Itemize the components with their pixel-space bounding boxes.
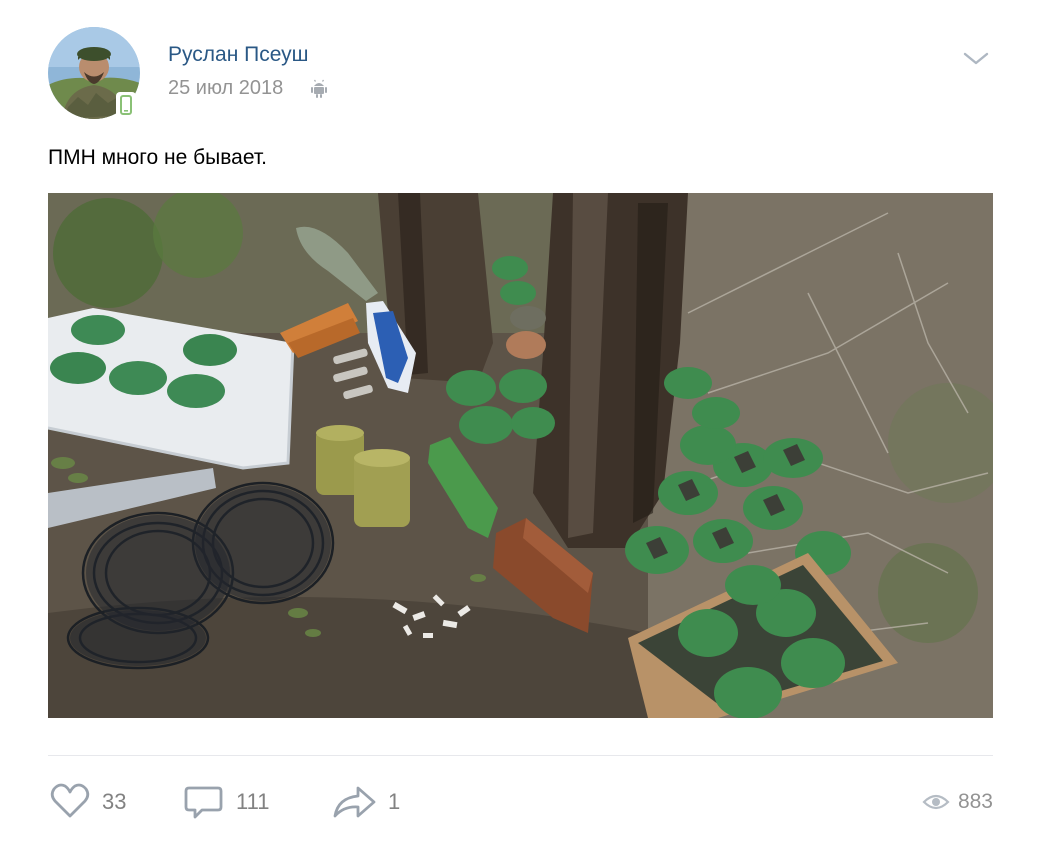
author-name[interactable]: Руслан Псеуш	[168, 43, 309, 67]
mobile-phone-icon	[120, 95, 132, 115]
comment-count: 111	[236, 789, 270, 814]
like-count: 33	[102, 789, 127, 814]
mobile-badge	[116, 92, 136, 118]
android-icon	[311, 79, 327, 98]
share-button[interactable]: 1	[330, 780, 400, 824]
heart-icon	[50, 783, 90, 818]
comment-button[interactable]: 111	[182, 780, 269, 824]
eye-icon	[922, 794, 950, 810]
like-button[interactable]: 33	[48, 780, 126, 824]
views-count: 883	[957, 790, 993, 813]
actions-divider	[48, 755, 993, 756]
post-text: ПМН много не бывает.	[48, 146, 267, 169]
views-counter: 883	[922, 780, 993, 824]
share-count: 1	[388, 789, 401, 814]
post-photo[interactable]	[48, 193, 993, 718]
post-date[interactable]: 25 июл 2018	[168, 77, 283, 100]
wall-post: Руслан Псеуш 25 июл 2018 ПМН много не бы…	[0, 0, 1038, 846]
chevron-down-icon[interactable]	[962, 48, 990, 68]
share-arrow-icon	[333, 786, 376, 818]
comment-icon	[184, 786, 223, 819]
